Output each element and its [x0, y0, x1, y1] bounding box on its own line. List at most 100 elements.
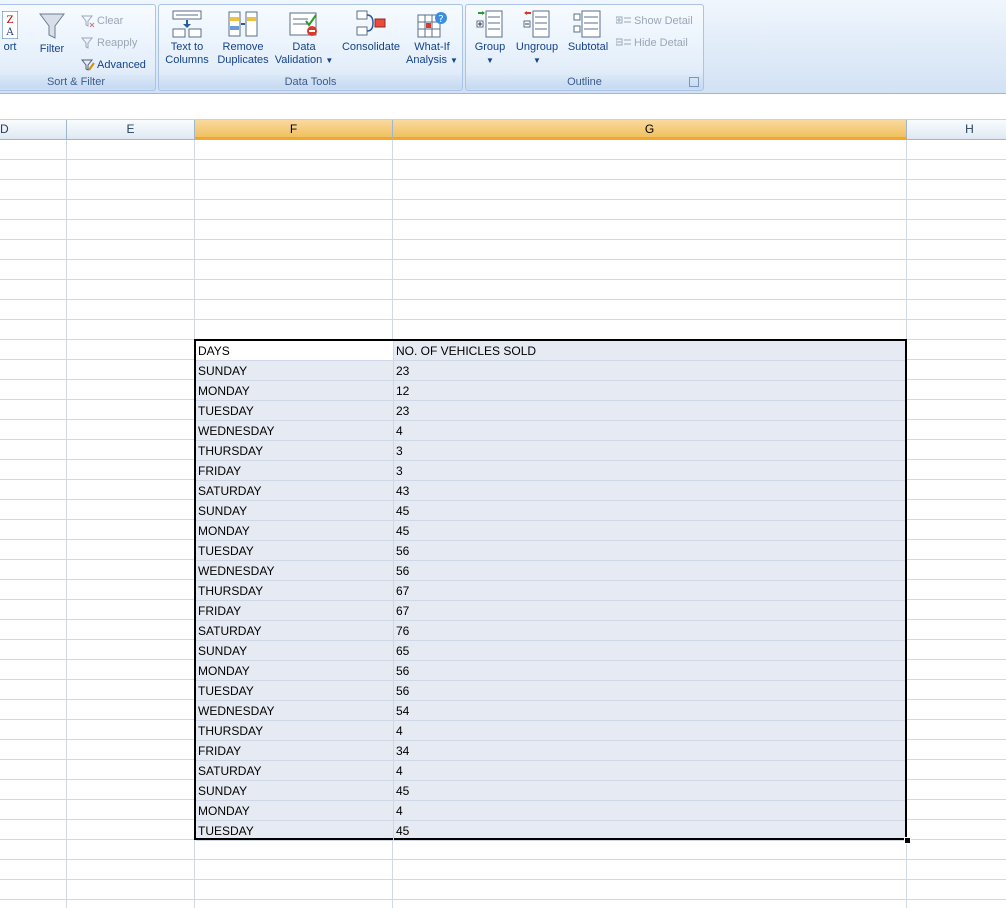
show-detail-button[interactable]: Show Detail: [615, 12, 693, 30]
day-cell[interactable]: WEDNESDAY: [196, 421, 394, 440]
day-cell[interactable]: SUNDAY: [196, 361, 394, 380]
chevron-down-icon: ▼: [486, 56, 494, 65]
day-cell[interactable]: SATURDAY: [196, 481, 394, 500]
selected-data-range[interactable]: DAYS NO. OF VEHICLES SOLD SUNDAY 23 MONDAY…: [194, 339, 907, 841]
table-row: TUESDAY 56: [196, 681, 905, 701]
day-cell[interactable]: FRIDAY: [196, 741, 394, 760]
vehicles-sold-cell[interactable]: 67: [394, 581, 905, 600]
grid-row-line: [0, 859, 1006, 860]
vehicles-sold-cell[interactable]: 56: [394, 681, 905, 700]
header-cell-days[interactable]: DAYS: [196, 341, 394, 360]
day-cell[interactable]: THURSDAY: [196, 721, 394, 740]
column-header-e[interactable]: E: [67, 120, 195, 139]
what-if-analysis-button[interactable]: ? What-If Analysis ▼: [405, 9, 459, 67]
vehicles-sold-cell[interactable]: 43: [394, 481, 905, 500]
day-cell[interactable]: MONDAY: [196, 661, 394, 680]
day-cell[interactable]: FRIDAY: [196, 601, 394, 620]
text-to-columns-icon: [172, 10, 202, 38]
vehicles-sold-cell[interactable]: 45: [394, 781, 905, 800]
table-row: MONDAY 56: [196, 661, 905, 681]
day-cell[interactable]: SATURDAY: [196, 761, 394, 780]
table-row: TUESDAY 45: [196, 821, 905, 841]
sort-button[interactable]: Z A ort: [1, 11, 19, 54]
outline-group-label: Outline: [466, 75, 703, 89]
outline-group: Group ▼ Ungroup ▼ Subtotal Show Detail H…: [465, 4, 704, 91]
vehicles-sold-cell[interactable]: 12: [394, 381, 905, 400]
day-cell[interactable]: SUNDAY: [196, 641, 394, 660]
day-cell[interactable]: SATURDAY: [196, 621, 394, 640]
vehicles-sold-cell[interactable]: 4: [394, 801, 905, 820]
column-header-g[interactable]: G: [393, 120, 907, 139]
vehicles-sold-cell[interactable]: 4: [394, 721, 905, 740]
vehicles-sold-cell[interactable]: 4: [394, 421, 905, 440]
text-to-columns-button[interactable]: Text to Columns: [165, 9, 209, 67]
vehicles-sold-cell[interactable]: 23: [394, 401, 905, 420]
vehicles-sold-cell[interactable]: 3: [394, 441, 905, 460]
day-cell[interactable]: WEDNESDAY: [196, 701, 394, 720]
table-row: MONDAY 12: [196, 381, 905, 401]
day-cell[interactable]: TUESDAY: [196, 541, 394, 560]
remove-duplicates-label-2: Duplicates: [217, 54, 269, 66]
column-header-d[interactable]: D: [0, 120, 67, 139]
header-cell-vehicles-sold[interactable]: NO. OF VEHICLES SOLD: [394, 341, 905, 360]
clear-button[interactable]: Clear: [80, 12, 123, 30]
subtotal-button[interactable]: Subtotal: [564, 9, 612, 54]
vehicles-sold-cell[interactable]: 65: [394, 641, 905, 660]
dialog-launcher-icon[interactable]: [689, 77, 699, 87]
vehicles-sold-cell[interactable]: 34: [394, 741, 905, 760]
table-row: WEDNESDAY 56: [196, 561, 905, 581]
day-cell[interactable]: TUESDAY: [196, 681, 394, 700]
day-cell[interactable]: THURSDAY: [196, 581, 394, 600]
data-validation-button[interactable]: Data Validation ▼: [273, 9, 335, 67]
sort-za-icon: Z A: [2, 11, 18, 39]
vehicles-sold-cell[interactable]: 45: [394, 821, 905, 840]
hide-detail-icon: [615, 38, 631, 46]
remove-duplicates-label-1: Remove: [222, 41, 264, 53]
vehicles-sold-cell[interactable]: 56: [394, 561, 905, 580]
day-cell[interactable]: MONDAY: [196, 521, 394, 540]
remove-duplicates-button[interactable]: Remove Duplicates: [215, 9, 271, 67]
consolidate-button[interactable]: Consolidate: [339, 9, 403, 54]
table-row: WEDNESDAY 4: [196, 421, 905, 441]
grid-row-line: [0, 199, 1006, 200]
vehicles-sold-cell[interactable]: 56: [394, 661, 905, 680]
day-cell[interactable]: SUNDAY: [196, 781, 394, 800]
vehicles-sold-cell[interactable]: 23: [394, 361, 905, 380]
what-if-analysis-icon: ?: [417, 12, 447, 38]
day-cell[interactable]: FRIDAY: [196, 461, 394, 480]
svg-text:A: A: [5, 27, 14, 38]
text-to-columns-label-1: Text to: [170, 41, 204, 53]
grid-row-line: [0, 319, 1006, 320]
advanced-button[interactable]: Advanced: [80, 56, 146, 74]
day-cell[interactable]: TUESDAY: [196, 821, 394, 840]
grid-row-line: [0, 239, 1006, 240]
data-validation-icon: [289, 12, 317, 36]
day-cell[interactable]: TUESDAY: [196, 401, 394, 420]
ungroup-button[interactable]: Ungroup ▼: [512, 9, 562, 67]
fill-handle[interactable]: [904, 837, 911, 844]
day-cell[interactable]: WEDNESDAY: [196, 561, 394, 580]
vehicles-sold-cell[interactable]: 67: [394, 601, 905, 620]
vehicles-sold-cell[interactable]: 76: [394, 621, 905, 640]
ribbon: Z A ort Filter Clear Reapply Advanced So…: [0, 0, 1006, 94]
day-cell[interactable]: MONDAY: [196, 381, 394, 400]
group-button[interactable]: Group ▼: [470, 9, 510, 67]
grid-row-line: [0, 299, 1006, 300]
filter-button[interactable]: Filter: [35, 11, 69, 56]
vehicles-sold-cell[interactable]: 4: [394, 761, 905, 780]
day-cell[interactable]: MONDAY: [196, 801, 394, 820]
day-cell[interactable]: SUNDAY: [196, 501, 394, 520]
day-cell[interactable]: THURSDAY: [196, 441, 394, 460]
vehicles-sold-cell[interactable]: 3: [394, 461, 905, 480]
vehicles-sold-cell[interactable]: 54: [394, 701, 905, 720]
table-row: TUESDAY 23: [196, 401, 905, 421]
vehicles-sold-cell[interactable]: 56: [394, 541, 905, 560]
hide-detail-button[interactable]: Hide Detail: [615, 34, 688, 52]
grid-row-line: [0, 159, 1006, 160]
formula-bar-area[interactable]: [0, 94, 1006, 120]
reapply-button[interactable]: Reapply: [80, 34, 137, 52]
vehicles-sold-cell[interactable]: 45: [394, 501, 905, 520]
vehicles-sold-cell[interactable]: 45: [394, 521, 905, 540]
column-header-f[interactable]: F: [195, 120, 393, 139]
column-header-h[interactable]: H: [907, 120, 1006, 139]
